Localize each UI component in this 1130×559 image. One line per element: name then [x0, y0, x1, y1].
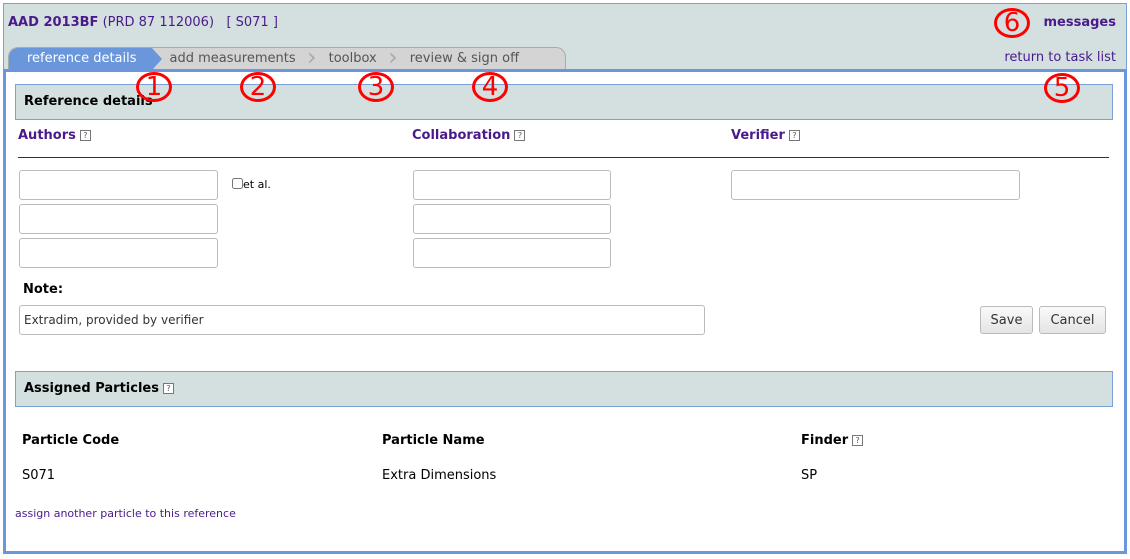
author-input-1[interactable] [19, 170, 218, 200]
annotation-6: 6 [994, 8, 1030, 38]
note-input[interactable] [19, 305, 705, 335]
tab-bar: reference details add measurements toolb… [8, 47, 566, 70]
author-input-2[interactable] [19, 204, 218, 234]
assigned-particles-header: Assigned Particles? [15, 371, 1113, 407]
section-title: Assigned Particles [24, 381, 159, 396]
divider [18, 157, 1109, 158]
note-label: Note: [23, 282, 64, 297]
finder-cell: SP [801, 468, 818, 483]
collaboration-input-1[interactable] [413, 170, 611, 200]
annotation-3: 3 [358, 72, 394, 102]
tab-add-measurements[interactable]: add measurements [152, 48, 317, 70]
section-title: Reference details [24, 94, 153, 109]
return-to-task-list-link[interactable]: return to task list [1004, 50, 1116, 65]
column-header-particle-code: Particle Code [22, 433, 120, 448]
tab-reference-details[interactable]: reference details [9, 48, 162, 70]
annotation-5: 5 [1044, 73, 1080, 103]
particle-name-cell: Extra Dimensions [382, 468, 497, 483]
messages-link[interactable]: messages [1044, 15, 1116, 30]
author-input-3[interactable] [19, 238, 218, 268]
column-header-finder: Finder? [801, 433, 864, 448]
authors-label: Authors? [18, 128, 91, 143]
page-title: AAD 2013BF (PRD 87 112006) [ S071 ] [8, 15, 278, 30]
collaboration-input-2[interactable] [413, 204, 611, 234]
assign-particle-link[interactable]: assign another particle to this referenc… [15, 507, 236, 520]
help-icon[interactable]: ? [852, 435, 864, 446]
tab-review-sign-off[interactable]: review & sign off [392, 48, 534, 70]
particle-code-cell: S071 [22, 468, 56, 483]
et-al-checkbox[interactable] [232, 178, 243, 189]
reference-details-header: Reference details [15, 84, 1113, 120]
annotation-4: 4 [472, 72, 508, 102]
verifier-label: Verifier? [731, 128, 800, 143]
collaboration-label: Collaboration? [412, 128, 526, 143]
help-icon[interactable]: ? [162, 383, 174, 394]
column-header-particle-name: Particle Name [382, 433, 485, 448]
help-icon[interactable]: ? [788, 130, 800, 141]
annotation-2: 2 [240, 72, 276, 102]
help-icon[interactable]: ? [79, 130, 91, 141]
collaboration-input-3[interactable] [413, 238, 611, 268]
annotation-1: 1 [136, 72, 172, 102]
et-al-option[interactable]: et al. [232, 178, 271, 191]
cancel-button[interactable]: Cancel [1039, 306, 1106, 334]
help-icon[interactable]: ? [514, 130, 526, 141]
save-button[interactable]: Save [980, 306, 1033, 334]
tab-toolbox[interactable]: toolbox [311, 48, 398, 70]
verifier-input[interactable] [731, 170, 1020, 200]
